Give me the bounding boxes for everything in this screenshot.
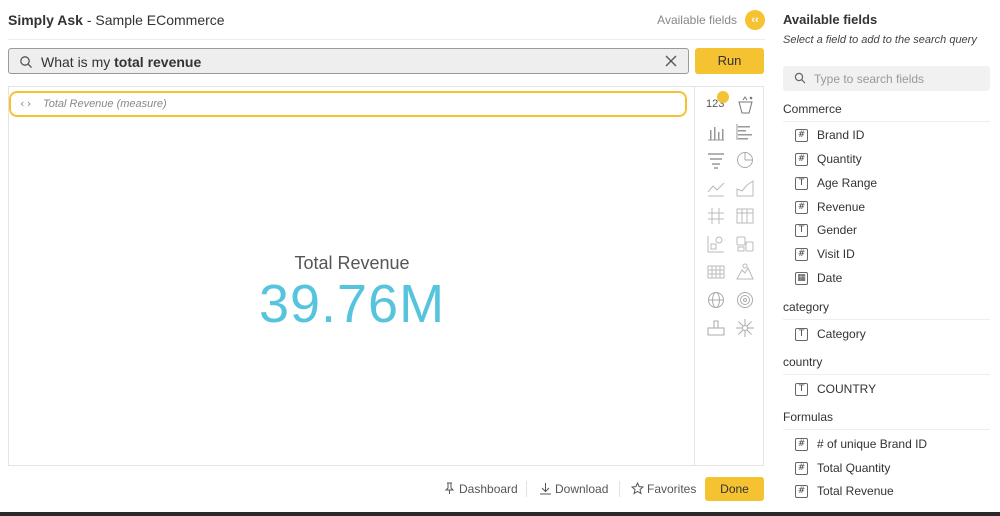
field-label: Total Revenue — [817, 484, 894, 498]
numeric-field-icon: # — [795, 248, 808, 261]
area-chart-icon[interactable] — [734, 177, 758, 199]
favorites-button[interactable]: Favorites — [630, 477, 697, 501]
panel-subtitle: Select a field to add to the search quer… — [783, 34, 977, 46]
map-icon[interactable] — [734, 261, 758, 283]
field-label: # of unique Brand ID — [817, 437, 928, 451]
funnel-icon[interactable] — [705, 149, 729, 171]
search-input[interactable]: What is my total revenue — [8, 48, 689, 74]
field-label: COUNTRY — [817, 382, 877, 396]
field-label: Date — [817, 271, 843, 285]
field-total-quantity[interactable]: # Total Quantity — [795, 460, 985, 478]
scatter-icon[interactable] — [705, 233, 729, 255]
text-field-icon: T — [795, 383, 808, 396]
field-search-placeholder: Type to search fields — [814, 72, 925, 86]
query-token-pill[interactable]: ‹› Total Revenue (measure) — [9, 91, 687, 117]
numeric-field-icon: # — [795, 201, 808, 214]
boxes-icon[interactable] — [734, 233, 758, 255]
field-brand-id[interactable]: # Brand ID — [795, 127, 985, 145]
pin-icon — [444, 482, 455, 494]
numeric-field-icon: # — [795, 438, 808, 451]
field-label: Total Quantity — [817, 461, 891, 475]
available-fields-link[interactable]: Available fields — [657, 13, 737, 27]
field-label: Revenue — [817, 200, 866, 214]
numeric-field-icon: # — [795, 462, 808, 475]
divider — [619, 481, 620, 497]
available-fields-panel: Available fields Select a field to add t… — [775, 0, 1000, 516]
heatmap-icon[interactable] — [705, 261, 729, 283]
sunburst-icon[interactable] — [734, 317, 758, 339]
field-total-revenue[interactable]: # Total Revenue — [795, 483, 985, 501]
search-query-text: What is my total revenue — [41, 54, 202, 70]
field-date[interactable]: ▦ Date — [795, 270, 985, 288]
dashboard-button[interactable]: Dashboard — [443, 477, 518, 501]
done-button[interactable]: Done — [705, 477, 764, 501]
numeric-field-icon: # — [795, 129, 808, 142]
run-button[interactable]: Run — [695, 48, 764, 74]
pie-chart-icon[interactable] — [734, 149, 758, 171]
pivot-grid-icon[interactable] — [705, 205, 729, 227]
field-label: Visit ID — [817, 247, 855, 261]
chart-type-selector: 123 — [694, 86, 764, 466]
selected-indicator — [717, 91, 729, 103]
field-visit-id[interactable]: # Visit ID — [795, 246, 985, 264]
query-token-text: Total Revenue (measure) — [43, 98, 167, 110]
collapse-panel-icon[interactable]: ‹‹ — [745, 10, 765, 30]
field-unique-brand-id[interactable]: # # of unique Brand ID — [795, 436, 985, 454]
numeric-field-icon: # — [795, 485, 808, 498]
search-icon — [20, 56, 32, 68]
divider — [526, 481, 527, 497]
app-header: Simply Ask - Sample ECommerce Available … — [8, 0, 765, 40]
field-label: Brand ID — [817, 128, 865, 142]
result-card: ‹› Total Revenue (measure) Total Revenue… — [8, 86, 694, 466]
table-icon[interactable] — [734, 205, 758, 227]
result-actions: Dashboard Download Favorites — [0, 477, 700, 501]
calendar-icon: ▦ — [795, 272, 808, 285]
dashboard-label: Dashboard — [459, 482, 518, 496]
field-revenue[interactable]: # Revenue — [795, 199, 985, 217]
field-group-commerce: Commerce — [783, 102, 990, 122]
field-group-country: country — [783, 355, 990, 375]
download-label: Download — [555, 482, 609, 496]
field-label: Quantity — [817, 152, 862, 166]
field-group-category: category — [783, 300, 990, 320]
field-quantity[interactable]: # Quantity — [795, 151, 985, 169]
clear-icon[interactable] — [664, 54, 678, 68]
star-icon — [630, 481, 645, 495]
line-chart-icon[interactable] — [705, 177, 729, 199]
horizontal-bar-icon[interactable] — [734, 121, 758, 143]
bar-chart-icon[interactable] — [705, 121, 729, 143]
page-title: Simply Ask - Sample ECommerce — [8, 12, 225, 28]
window-bottom-edge — [0, 512, 1000, 516]
indicator-chart-icon[interactable] — [734, 94, 758, 116]
download-button[interactable]: Download — [539, 477, 608, 501]
field-country[interactable]: T COUNTRY — [795, 381, 985, 399]
text-field-icon: T — [795, 328, 808, 341]
code-icon: ‹› — [19, 97, 33, 110]
field-search-input[interactable]: Type to search fields — [783, 66, 990, 91]
text-field-icon: T — [795, 224, 808, 237]
gauge-icon[interactable] — [705, 317, 729, 339]
numeric-field-icon: # — [795, 153, 808, 166]
target-icon[interactable] — [734, 289, 758, 311]
search-icon — [794, 72, 806, 84]
field-label: Category — [817, 327, 866, 341]
field-group-formulas: Formulas — [783, 410, 990, 430]
kpi-value: 39.76M — [258, 274, 446, 334]
panel-title: Available fields — [783, 12, 878, 27]
globe-icon[interactable] — [705, 289, 729, 311]
field-age-range[interactable]: T Age Range — [795, 175, 985, 193]
text-field-icon: T — [795, 177, 808, 190]
field-label: Age Range — [817, 176, 878, 190]
kpi-label: Total Revenue — [294, 253, 410, 273]
field-category[interactable]: T Category — [795, 326, 985, 344]
field-gender[interactable]: T Gender — [795, 222, 985, 240]
favorites-label: Favorites — [647, 482, 697, 496]
field-label: Gender — [817, 223, 858, 237]
download-icon — [540, 483, 551, 495]
